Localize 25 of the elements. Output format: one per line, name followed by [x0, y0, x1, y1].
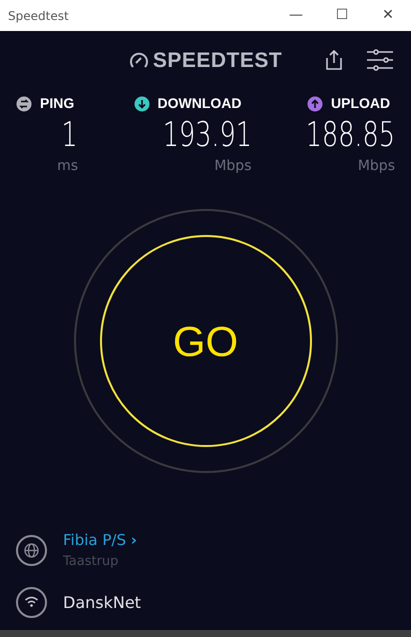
minimize-button[interactable]: —	[273, 0, 319, 31]
metric-unit: ms	[57, 157, 78, 176]
settings-icon[interactable]	[367, 49, 393, 71]
metric-unit: Mbps	[358, 157, 395, 176]
server-location: Taastrup	[63, 552, 120, 570]
globe-icon	[16, 534, 47, 566]
maximize-button[interactable]: ☐	[319, 0, 365, 31]
wifi-icon	[16, 587, 47, 618]
ping-icon	[16, 96, 32, 112]
provider-link[interactable]: Fibia P/S ›	[63, 529, 137, 552]
connection-name: DanskNet	[63, 592, 141, 614]
logo-text: SPEEDTEST	[152, 48, 282, 74]
download-icon	[134, 96, 150, 112]
window-title: Speedtest	[7, 8, 69, 24]
close-button[interactable]: ✕	[365, 0, 411, 31]
go-button[interactable]: GO	[100, 235, 312, 447]
metric-label: PING	[40, 94, 74, 113]
metric-value: 188.85	[306, 118, 395, 152]
metric-value: 1	[62, 118, 78, 152]
metric-label: UPLOAD	[331, 94, 390, 113]
share-icon[interactable]	[325, 49, 343, 71]
metric-value: 193.91	[162, 118, 252, 152]
upload-icon	[307, 96, 323, 112]
metric-unit: Mbps	[214, 157, 252, 176]
metric-label: DOWNLOAD	[158, 94, 242, 113]
